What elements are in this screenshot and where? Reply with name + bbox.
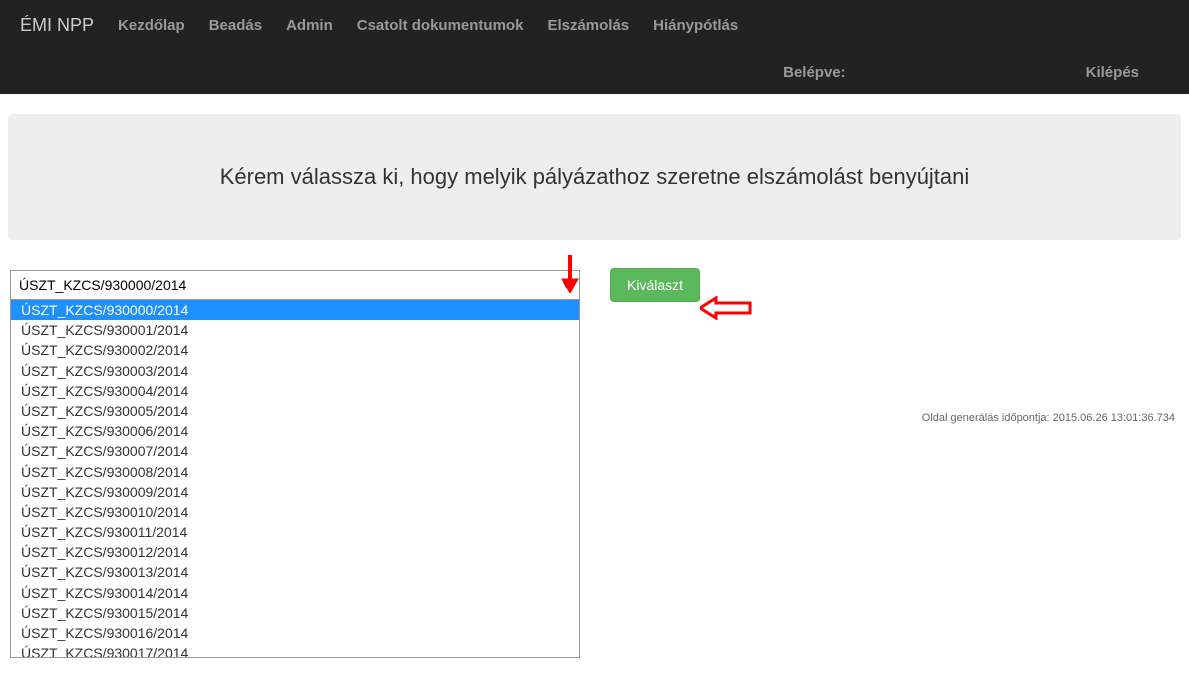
select-button[interactable]: Kiválaszt	[610, 268, 700, 302]
nav-link-accounting[interactable]: Elszámolás	[547, 17, 629, 34]
select-option[interactable]: ÚSZT_KZCS/930001/2014	[11, 320, 579, 340]
select-option[interactable]: ÚSZT_KZCS/930000/2014	[11, 300, 579, 320]
logout-link[interactable]: Kilépés	[1086, 64, 1139, 81]
nav-top: ÉMI NPP Kezdőlap Beadás Admin Csatolt do…	[20, 0, 1169, 50]
nav-link-documents[interactable]: Csatolt dokumentumok	[357, 17, 524, 34]
select-option[interactable]: ÚSZT_KZCS/930003/2014	[11, 361, 579, 381]
select-option[interactable]: ÚSZT_KZCS/930011/2014	[11, 522, 579, 542]
application-select-value: ÚSZT_KZCS/930000/2014	[19, 277, 186, 293]
select-option[interactable]: ÚSZT_KZCS/930010/2014	[11, 502, 579, 522]
nav-link-submit[interactable]: Beadás	[209, 17, 262, 34]
annotation-arrow-left-icon	[700, 296, 752, 320]
nav-link-supplement[interactable]: Hiánypótlás	[653, 17, 738, 34]
application-select-wrap: ÚSZT_KZCS/930000/2014 ▼ ÚSZT_KZCS/930000…	[10, 270, 580, 300]
logged-in-label: Belépve:	[783, 64, 846, 81]
select-option[interactable]: ÚSZT_KZCS/930015/2014	[11, 603, 579, 623]
select-option[interactable]: ÚSZT_KZCS/930009/2014	[11, 482, 579, 502]
instruction-banner: Kérem válassza ki, hogy melyik pályázath…	[8, 114, 1181, 240]
select-option[interactable]: ÚSZT_KZCS/930012/2014	[11, 542, 579, 562]
select-option[interactable]: ÚSZT_KZCS/930017/2014	[11, 643, 579, 658]
nav-link-admin[interactable]: Admin	[286, 17, 333, 34]
brand[interactable]: ÉMI NPP	[20, 15, 94, 36]
select-option[interactable]: ÚSZT_KZCS/930014/2014	[11, 583, 579, 603]
application-select[interactable]: ÚSZT_KZCS/930000/2014 ▼	[10, 270, 580, 300]
select-option[interactable]: ÚSZT_KZCS/930016/2014	[11, 623, 579, 643]
select-option[interactable]: ÚSZT_KZCS/930007/2014	[11, 441, 579, 461]
navbar: ÉMI NPP Kezdőlap Beadás Admin Csatolt do…	[0, 0, 1189, 94]
nav-bottom: Belépve: Kilépés	[20, 50, 1169, 94]
nav-link-home[interactable]: Kezdőlap	[118, 17, 185, 34]
application-select-options[interactable]: ÚSZT_KZCS/930000/2014ÚSZT_KZCS/930001/20…	[10, 300, 580, 658]
annotation-arrow-down-icon	[558, 253, 582, 293]
select-option[interactable]: ÚSZT_KZCS/930005/2014	[11, 401, 579, 421]
select-option[interactable]: ÚSZT_KZCS/930008/2014	[11, 462, 579, 482]
select-form-row: ÚSZT_KZCS/930000/2014 ▼ ÚSZT_KZCS/930000…	[0, 268, 1189, 302]
select-option[interactable]: ÚSZT_KZCS/930002/2014	[11, 340, 579, 360]
select-option[interactable]: ÚSZT_KZCS/930013/2014	[11, 562, 579, 582]
page-generated-timestamp: Oldal generálás időpontja: 2015.06.26 13…	[922, 412, 1175, 424]
select-option[interactable]: ÚSZT_KZCS/930004/2014	[11, 381, 579, 401]
select-option[interactable]: ÚSZT_KZCS/930006/2014	[11, 421, 579, 441]
instruction-title: Kérem válassza ki, hogy melyik pályázath…	[28, 164, 1161, 190]
